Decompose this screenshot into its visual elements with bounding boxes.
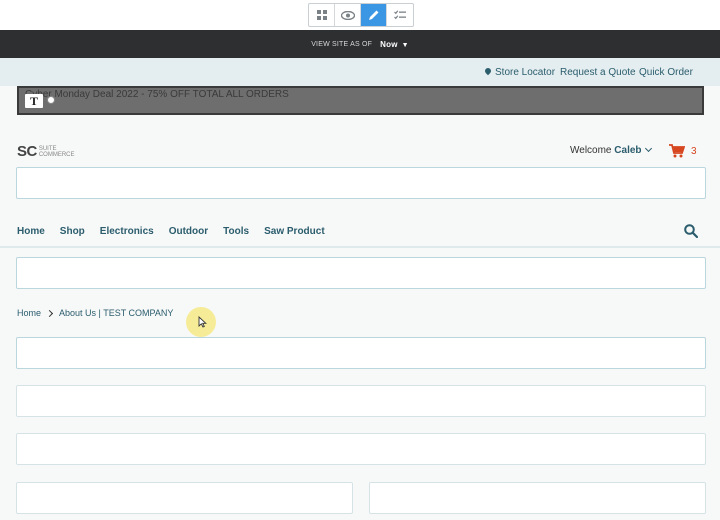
grid-view-button[interactable] [309, 4, 335, 26]
quick-order-link[interactable]: Quick Order [639, 67, 693, 78]
pencil-icon [368, 10, 378, 20]
preview-button[interactable] [335, 4, 361, 26]
store-locator-link[interactable]: Store Locator [483, 66, 556, 78]
main-nav: Home Shop Electronics Outdoor Tools Saw … [17, 226, 340, 237]
header-links-bar: Store Locator Request a Quote Quick Orde… [0, 58, 720, 86]
checklist-button[interactable] [387, 4, 413, 26]
cart-icon [669, 144, 685, 158]
welcome-label: Welcome [570, 145, 612, 156]
nav-divider [0, 246, 720, 248]
search-icon[interactable] [684, 224, 698, 238]
content-slot-left[interactable] [16, 482, 353, 514]
eye-icon [340, 10, 355, 20]
nav-content-slot[interactable] [16, 257, 706, 289]
view-site-date-value: Now [380, 39, 398, 49]
settings-dot-icon[interactable] [47, 96, 55, 104]
content-slot[interactable] [16, 337, 706, 369]
editor-toolbar [0, 0, 720, 30]
text-cms-badge[interactable]: T [25, 94, 43, 108]
mini-cart[interactable]: 3 [669, 144, 697, 158]
editor-tool-group [308, 3, 414, 27]
nav-item-home[interactable]: Home [17, 226, 45, 237]
request-quote-link[interactable]: Request a Quote [560, 67, 636, 78]
nav-item-electronics[interactable]: Electronics [100, 226, 154, 237]
view-site-label: VIEW SITE AS OF [311, 40, 373, 48]
grid-icon [316, 10, 327, 20]
content-slot[interactable] [16, 433, 706, 465]
edit-button[interactable] [361, 4, 387, 26]
nav-item-saw-product[interactable]: Saw Product [264, 226, 325, 237]
logo-sub-line2: Commerce [38, 151, 75, 158]
chevron-right-icon [45, 309, 54, 317]
site-logo[interactable]: SC Suite Commerce [17, 143, 75, 160]
promo-banner[interactable]: Cyber Monday Deal 2022 - 75% OFF TOTAL A… [17, 86, 704, 115]
nav-item-outdoor[interactable]: Outdoor [169, 226, 208, 237]
breadcrumb-home[interactable]: Home [17, 308, 41, 318]
promo-text: Cyber Monday Deal 2022 - 75% OFF TOTAL A… [25, 89, 289, 100]
view-site-as-bar: VIEW SITE AS OF Now ▼ [0, 30, 720, 58]
checklist-icon [394, 10, 406, 20]
breadcrumb-current: About Us | TEST COMPANY [59, 308, 174, 318]
cart-count: 3 [691, 145, 697, 157]
content-slot-right[interactable] [369, 482, 706, 514]
nav-item-tools[interactable]: Tools [223, 226, 249, 237]
account-menu[interactable]: Welcome Caleb [570, 144, 652, 156]
header-content-slot[interactable] [16, 167, 706, 199]
mouse-pointer-icon [198, 316, 207, 328]
content-slot[interactable] [16, 385, 706, 417]
chevron-down-icon [644, 144, 652, 153]
logo-subtitle: Suite Commerce [39, 146, 75, 158]
logo-mark: SC [17, 143, 37, 160]
user-name: Caleb [614, 145, 642, 156]
breadcrumb: Home About Us | TEST COMPANY [17, 308, 173, 318]
map-pin-icon [483, 66, 493, 76]
caret-down-icon: ▼ [401, 41, 409, 49]
nav-item-shop[interactable]: Shop [60, 226, 85, 237]
view-site-date-select[interactable]: Now ▼ [380, 40, 409, 49]
store-locator-label: Store Locator [495, 67, 556, 78]
